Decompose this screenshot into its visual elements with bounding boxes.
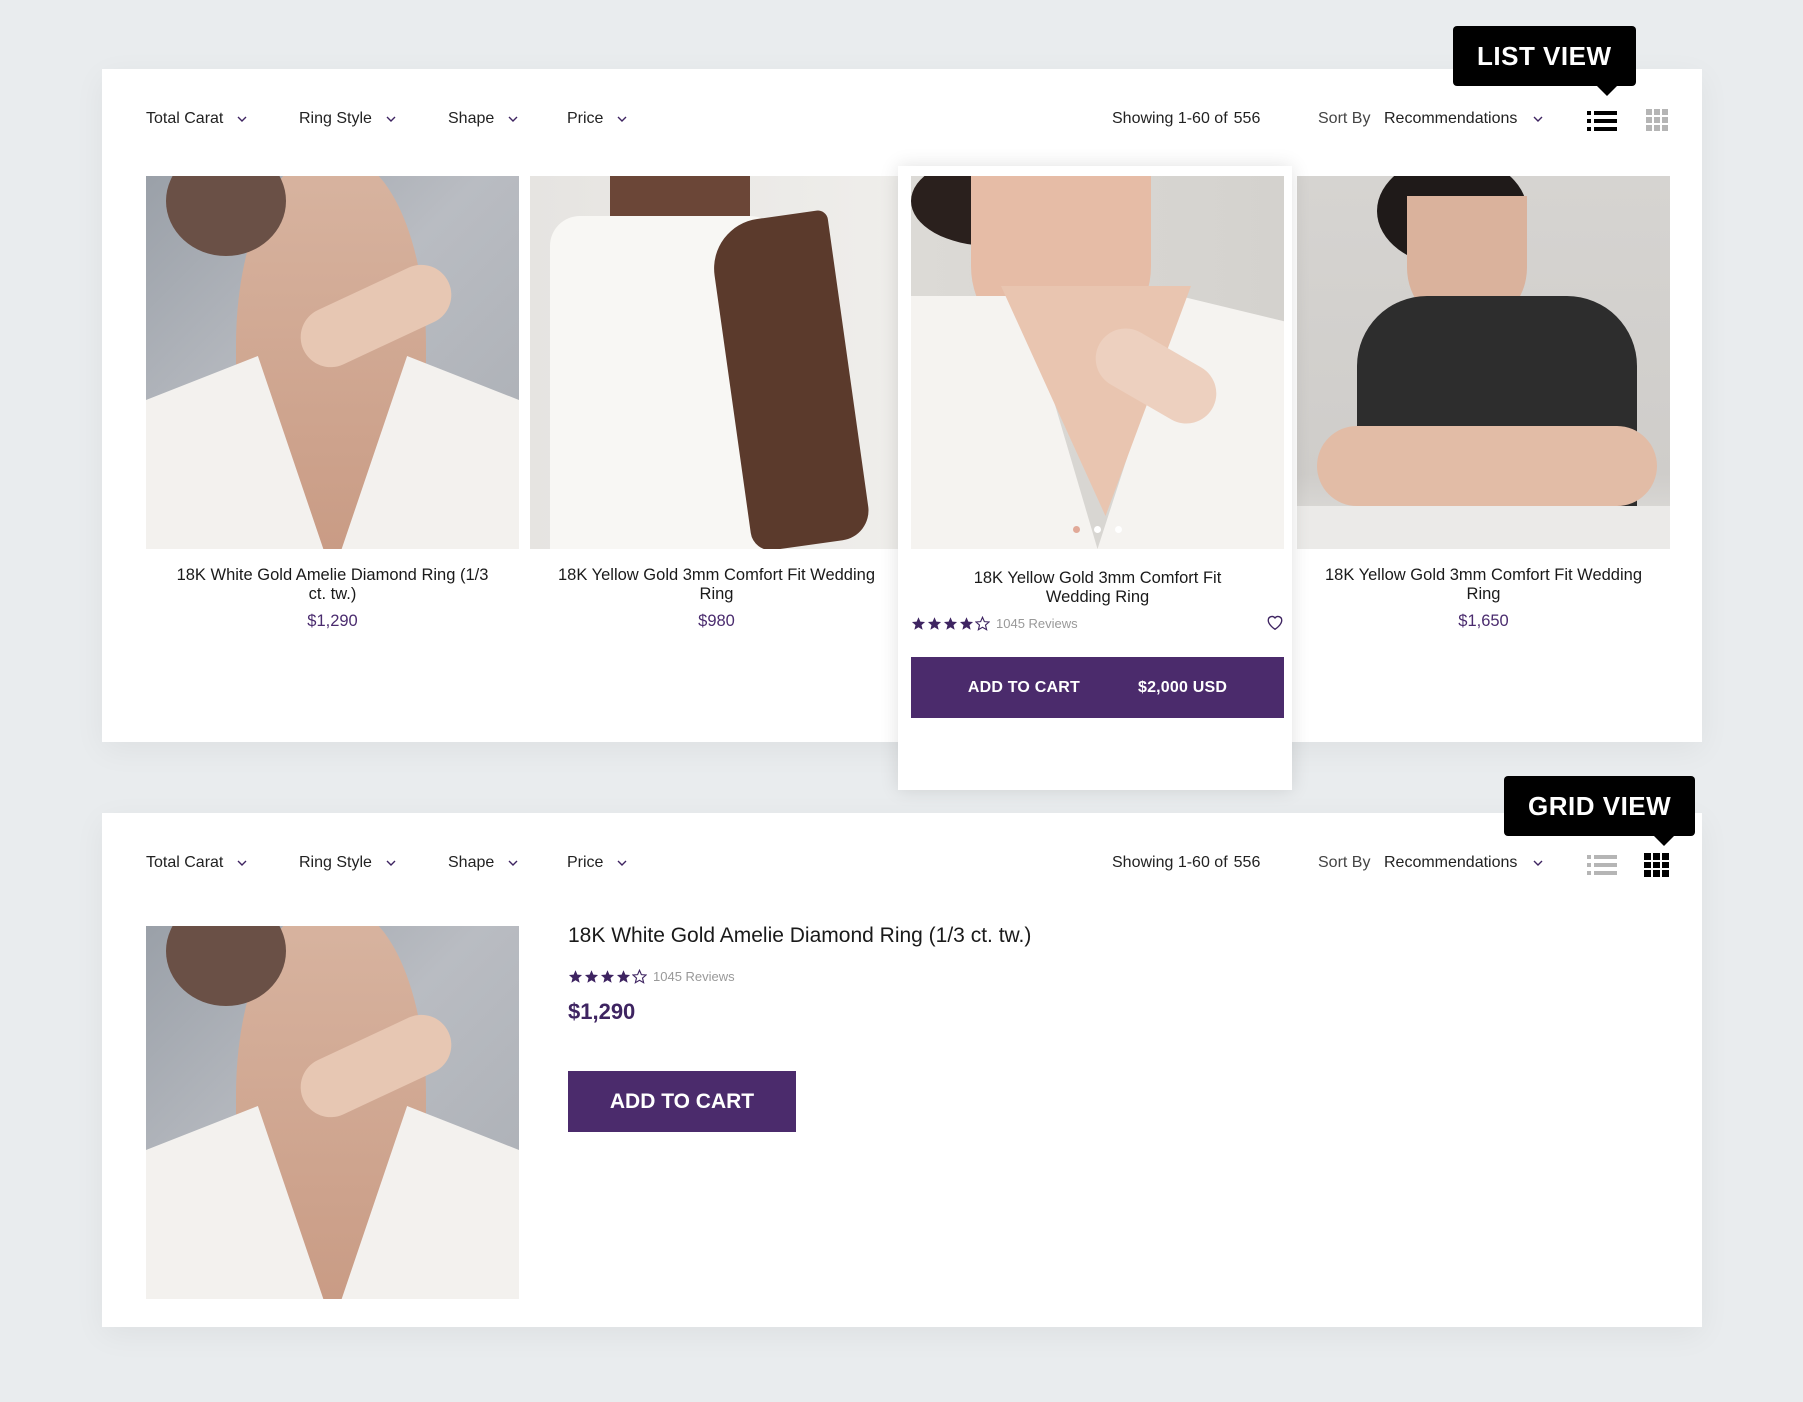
review-count[interactable]: 1045 Reviews [996,616,1078,631]
product-price: $980 [698,612,735,630]
filter-label: Total Carat [146,854,224,871]
chevron-down-icon [508,860,518,866]
star-filled-icon [584,970,599,983]
chevron-down-icon [617,860,627,866]
product-price: $1,650 [1458,612,1509,630]
filter-price[interactable]: Price [567,854,627,872]
chevron-down-icon [386,116,396,122]
star-rating [568,969,647,984]
star-filled-icon [568,970,583,983]
product-title[interactable]: 18K White Gold Amelie Diamond Ring (1/3 … [568,924,1031,948]
star-empty-icon [632,969,647,984]
list-view-icon[interactable] [1587,853,1617,877]
add-to-cart-label: ADD TO CART [967,678,1080,696]
filter-label: Price [567,110,604,127]
star-filled-icon [911,616,926,630]
filter-shape[interactable]: Shape [448,854,518,872]
product-image[interactable] [911,176,1284,549]
chevron-down-icon [1533,860,1543,866]
tooltip-list-view: LIST VIEW [1453,26,1636,96]
results-total: 556 [1233,110,1261,127]
filter-ring-style[interactable]: Ring Style [299,854,396,872]
results-total: 556 [1233,854,1261,871]
product-card[interactable]: 18K Yellow Gold 3mm Comfort Fit Wedding … [1297,176,1670,631]
filter-label: Ring Style [299,110,372,127]
product-image[interactable] [1297,176,1670,549]
product-card[interactable]: 18K White Gold Amelie Diamond Ring (1/3 … [146,176,519,631]
star-rating [911,615,990,631]
grid-view-icon[interactable] [1642,109,1672,133]
carousel-dots [911,526,1284,533]
star-filled-icon [616,970,631,983]
product-title[interactable]: 18K Yellow Gold 3mm Comfort Fit Wedding … [911,569,1284,607]
star-empty-icon [975,615,990,631]
filter-label: Ring Style [299,854,372,871]
product-image[interactable] [146,176,519,549]
add-to-cart-button[interactable]: ADD TO CART [568,1071,796,1132]
list-view-icon[interactable] [1587,109,1617,133]
heart-icon[interactable] [1266,614,1284,631]
grid-view-panel: Total Carat Ring Style Shape Price Showi… [102,813,1702,1327]
results-count: Showing 1-60 of 556 [1112,110,1260,128]
tooltip-grid-view: GRID VIEW [1504,776,1696,846]
chevron-down-icon [386,860,396,866]
filter-price[interactable]: Price [567,110,627,128]
product-image[interactable] [530,176,903,549]
product-title[interactable]: 18K Yellow Gold 3mm Comfort Fit Wedding … [530,566,903,604]
chevron-down-icon [1533,116,1543,122]
sort-dropdown[interactable]: Recommendations [1384,110,1543,128]
results-prefix: Showing 1-60 of [1112,854,1228,871]
sort-value: Recommendations [1384,110,1518,127]
chevron-down-icon [617,116,627,122]
rating-row: 1045 Reviews [911,614,1284,632]
cart-price: $2,000 USD [1137,678,1228,696]
filter-ring-style[interactable]: Ring Style [299,110,396,128]
product-card[interactable]: 18K Yellow Gold 3mm Comfort Fit Wedding … [530,176,903,631]
product-card-hovered[interactable]: 18K Yellow Gold 3mm Comfort Fit Wedding … [898,166,1292,790]
filter-label: Price [567,854,604,871]
review-count[interactable]: 1045 Reviews [653,969,735,984]
grid-view-icon[interactable] [1642,853,1672,877]
carousel-dot[interactable] [1094,526,1101,533]
star-filled-icon [927,616,942,630]
results-count: Showing 1-60 of 556 [1112,854,1260,872]
star-filled-icon [959,616,974,630]
filter-total-carat[interactable]: Total Carat [146,110,247,128]
filter-label: Total Carat [146,110,224,127]
rating-row: 1045 Reviews [568,969,735,984]
chevron-down-icon [237,116,247,122]
filter-label: Shape [448,854,495,871]
list-view-panel: Total Carat Ring Style Shape Price Showi… [102,69,1702,790]
sort-label: Sort By [1318,110,1371,127]
filter-label: Shape [448,110,495,127]
product-image[interactable] [146,926,519,1299]
carousel-dot[interactable] [1073,526,1080,533]
product-title[interactable]: 18K Yellow Gold 3mm Comfort Fit Wedding … [1297,566,1670,604]
filter-toolbar: Total Carat Ring Style Shape Price Showi… [102,813,1702,917]
star-filled-icon [943,616,958,630]
results-prefix: Showing 1-60 of [1112,110,1228,127]
product-price: $1,290 [568,999,636,1024]
carousel-dot[interactable] [1115,526,1122,533]
filter-shape[interactable]: Shape [448,110,518,128]
product-price: $1,290 [307,612,358,630]
sort-value: Recommendations [1384,854,1518,871]
add-to-cart-button[interactable]: ADD TO CART $2,000 USD [911,657,1284,718]
product-title[interactable]: 18K White Gold Amelie Diamond Ring (1/3 … [146,566,519,604]
chevron-down-icon [508,116,518,122]
chevron-down-icon [237,860,247,866]
star-filled-icon [600,970,615,983]
filter-total-carat[interactable]: Total Carat [146,854,247,872]
sort-dropdown[interactable]: Recommendations [1384,854,1543,872]
sort-label: Sort By [1318,854,1371,871]
